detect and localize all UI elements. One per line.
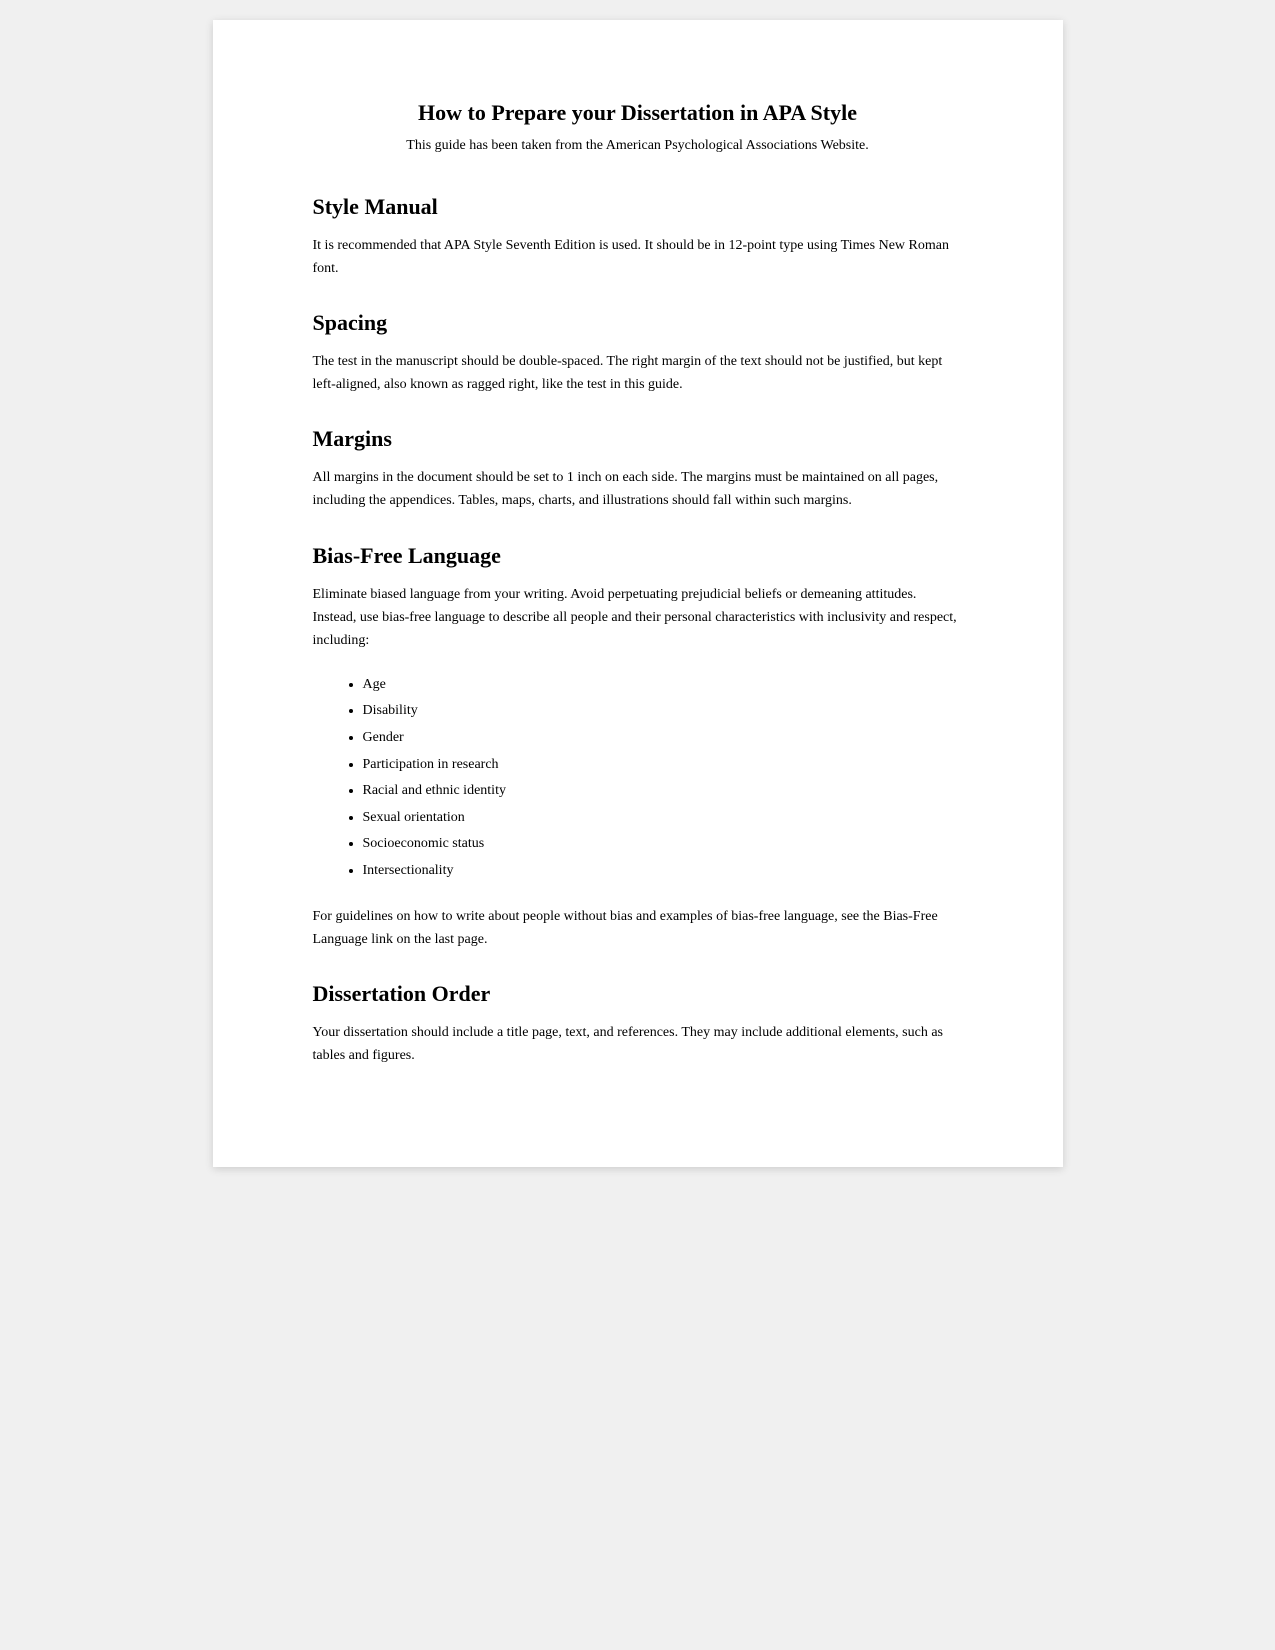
section-body-dissertation-order: Your dissertation should include a title… — [313, 1021, 963, 1067]
section-heading-spacing: Spacing — [313, 310, 963, 336]
section-body-margins: All margins in the document should be se… — [313, 466, 963, 512]
section-body-bias-outro: For guidelines on how to write about peo… — [313, 905, 963, 951]
page-title: How to Prepare your Dissertation in APA … — [313, 100, 963, 126]
section-heading-margins: Margins — [313, 426, 963, 452]
list-item: Socioeconomic status — [363, 831, 963, 858]
section-heading-bias-free: Bias-Free Language — [313, 543, 963, 569]
bias-bullet-list: Age Disability Gender Participation in r… — [363, 672, 963, 885]
list-item: Racial and ethnic identity — [363, 778, 963, 805]
section-body-bias-intro: Eliminate biased language from your writ… — [313, 583, 963, 652]
section-body-style-manual: It is recommended that APA Style Seventh… — [313, 234, 963, 280]
page-container: How to Prepare your Dissertation in APA … — [213, 20, 1063, 1167]
section-heading-dissertation-order: Dissertation Order — [313, 981, 963, 1007]
page-subtitle: This guide has been taken from the Ameri… — [313, 138, 963, 154]
list-item: Age — [363, 672, 963, 699]
section-body-spacing: The test in the manuscript should be dou… — [313, 350, 963, 396]
list-item: Sexual orientation — [363, 805, 963, 832]
list-item: Disability — [363, 698, 963, 725]
list-item: Intersectionality — [363, 858, 963, 885]
list-item: Participation in research — [363, 752, 963, 779]
list-item: Gender — [363, 725, 963, 752]
section-heading-style-manual: Style Manual — [313, 194, 963, 220]
